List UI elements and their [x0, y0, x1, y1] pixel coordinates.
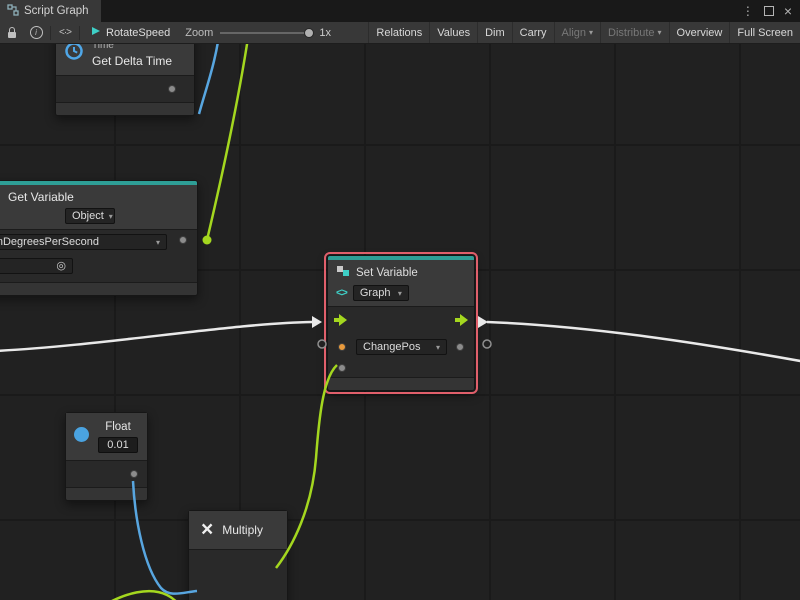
node-body [56, 76, 194, 102]
value-port[interactable] [179, 236, 187, 244]
value-output-port[interactable] [456, 343, 464, 351]
node-footer [0, 282, 197, 295]
value-input-port[interactable] [338, 343, 346, 351]
align-button[interactable]: Align▾ [554, 22, 600, 43]
zoom-label: Zoom [185, 27, 213, 39]
toolbar-buttons: Relations Values Dim Carry Align▾ Distri… [368, 22, 800, 43]
zoom-slider-handle[interactable] [304, 28, 314, 38]
object-picker-icon[interactable]: ◎ [56, 261, 66, 272]
target-field[interactable]: This ◎ [0, 258, 73, 274]
variable-kind-value: Object [72, 210, 104, 222]
node-header: Set Variable <> Graph ▾ [328, 260, 474, 306]
tab-script-graph[interactable]: Script Graph [0, 0, 101, 22]
script-graph-window: Time Get Delta Time Get Variable Object … [0, 0, 800, 600]
variable-kind-dropdown[interactable]: Object ▾ [65, 208, 115, 224]
node-title: Set Variable [356, 266, 418, 280]
node-multiply[interactable]: × Multiply A A × B B [188, 510, 288, 600]
chevron-down-icon: ▾ [109, 212, 113, 221]
variable-kind-dropdown[interactable]: Graph ▾ [353, 285, 409, 301]
node-footer [56, 102, 194, 115]
node-float[interactable]: Float 0.01 [65, 412, 148, 501]
node-title: Get Delta Time [92, 54, 172, 69]
variable-name-value: ChangePos [363, 341, 421, 353]
distribute-button[interactable]: Distribute▾ [600, 22, 668, 43]
node-title: Multiply [222, 523, 263, 537]
node-body [66, 461, 147, 487]
node-set-variable[interactable]: Set Variable <> Graph ▾ ChangePos ▾ [327, 255, 475, 391]
lock-icon[interactable] [0, 22, 24, 43]
chevron-down-icon: ▾ [436, 343, 440, 352]
node-get-delta-time[interactable]: Time Get Delta Time [55, 33, 195, 116]
variable-kind-value: Graph [360, 287, 391, 299]
overview-button[interactable]: Overview [669, 22, 730, 43]
zoom-value: 1x [319, 27, 331, 39]
script-graph-icon [7, 4, 19, 19]
relations-button[interactable]: Relations [368, 22, 429, 43]
variable-name-dropdown[interactable]: RotationDegreesPerSecond ▾ [0, 234, 167, 250]
output-port[interactable] [130, 470, 138, 478]
graph-scope-icon: <> [336, 287, 347, 299]
zoom-slider[interactable] [220, 32, 312, 34]
graph-asset-icon [91, 26, 101, 39]
node-get-variable[interactable]: Get Variable Object ▾ RotationDegreesPer… [0, 180, 198, 296]
node-header: Get Variable Object ▾ [0, 185, 197, 229]
chevron-down-icon: ▾ [589, 28, 593, 37]
chevron-down-icon: ▾ [156, 238, 160, 247]
info-icon[interactable]: i [24, 22, 48, 43]
multiply-icon: × [201, 521, 213, 539]
output-port[interactable] [168, 85, 176, 93]
node-title: Get Variable [8, 190, 189, 204]
close-icon[interactable]: × [784, 4, 792, 18]
node-header: × Multiply [189, 511, 287, 549]
tab-bar: Script Graph ⋮ × [0, 0, 800, 22]
chevron-down-icon: ▾ [398, 289, 402, 298]
dim-button[interactable]: Dim [477, 22, 512, 43]
node-footer [66, 487, 147, 500]
variable-name-value: RotationDegreesPerSecond [0, 236, 99, 248]
carry-button[interactable]: Carry [512, 22, 554, 43]
node-body: ChangePos ▾ [328, 307, 474, 377]
variable-name-dropdown[interactable]: ChangePos ▾ [356, 339, 447, 355]
toolbar-divider [79, 26, 80, 40]
set-variable-icon [336, 265, 350, 281]
graph-breadcrumb[interactable]: RotateSpeed [82, 22, 179, 43]
node-body: RotationDegreesPerSecond ▾ This ◎ [0, 230, 197, 282]
graph-toolbar: i <·> RotateSpeed Zoom 1x Relations Valu… [0, 22, 800, 44]
toolbar-divider [50, 26, 51, 40]
inspect-icon[interactable]: <·> [53, 22, 77, 43]
float-icon [74, 427, 89, 442]
values-button[interactable]: Values [429, 22, 477, 43]
float-value-field[interactable]: 0.01 [98, 437, 138, 453]
node-footer [328, 377, 474, 390]
full-screen-button[interactable]: Full Screen [729, 22, 800, 43]
maximize-icon[interactable] [764, 6, 774, 16]
zoom-control: Zoom 1x [179, 27, 337, 39]
kebab-menu-icon[interactable]: ⋮ [742, 5, 754, 17]
node-title: Float [105, 420, 131, 434]
node-body: A A × B B [189, 550, 287, 600]
chevron-down-icon: ▾ [658, 28, 662, 37]
extra-input-port[interactable] [338, 364, 346, 372]
flow-output-port[interactable] [455, 314, 468, 326]
tab-title: Script Graph [24, 5, 89, 17]
node-header: Float 0.01 [66, 413, 147, 460]
flow-input-port[interactable] [334, 314, 347, 326]
graph-name: RotateSpeed [106, 27, 170, 39]
